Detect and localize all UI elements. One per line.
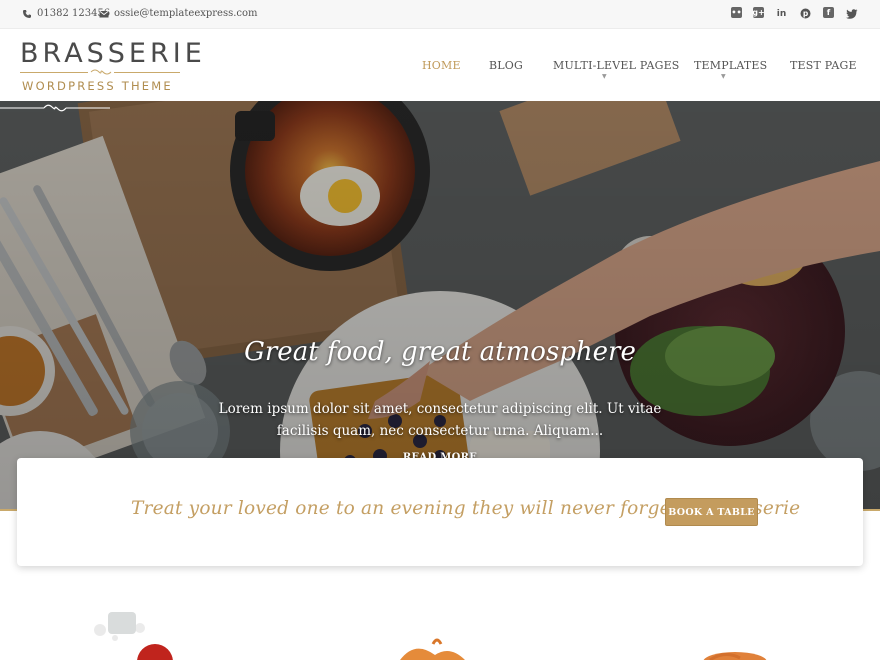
facebook-icon[interactable]: f <box>823 7 834 18</box>
hero-title: Great food, great atmosphere <box>244 337 636 367</box>
ornament-divider-icon <box>0 104 110 112</box>
nav-test-page[interactable]: TEST PAGE <box>790 59 857 72</box>
logo-title[interactable]: BRASSERIE <box>20 38 206 69</box>
linkedin-icon[interactable]: in <box>775 7 788 20</box>
cta-panel: Treat your loved one to an evening they … <box>17 458 863 566</box>
envelope-icon <box>99 10 109 17</box>
food-card-image[interactable] <box>610 600 860 660</box>
top-bar: 01382 123456 ossie@templateexpress.com •… <box>0 0 880 29</box>
chevron-down-icon: ▼ <box>721 73 726 80</box>
nav-blog[interactable]: BLOG <box>489 59 523 72</box>
email-address[interactable]: ossie@templateexpress.com <box>114 8 258 19</box>
flickr-icon[interactable]: •• <box>731 7 742 18</box>
phone-icon <box>23 9 31 18</box>
social-links: •• g+ in p f <box>731 7 858 20</box>
food-card-image[interactable] <box>315 600 565 660</box>
logo-ornament-icon <box>88 67 114 77</box>
book-table-button[interactable]: BOOK A TABLE <box>665 498 758 526</box>
twitter-icon[interactable] <box>845 7 858 20</box>
hero-banner: Great food, great atmosphere Lorem ipsum… <box>0 101 880 510</box>
food-card-image[interactable] <box>20 600 270 660</box>
hero-background-image <box>0 101 880 510</box>
phone-contact: 01382 123456 <box>22 8 110 19</box>
nav-templates[interactable]: TEMPLATES <box>694 59 767 72</box>
nav-home[interactable]: HOME <box>422 59 461 72</box>
email-contact[interactable]: ossie@templateexpress.com <box>99 8 258 19</box>
nav-multi-level-pages[interactable]: MULTI-LEVEL PAGES <box>553 59 680 72</box>
hero-description: Lorem ipsum dolor sit amet, consectetur … <box>218 401 662 439</box>
svg-text:p: p <box>803 9 809 18</box>
pinterest-icon[interactable]: p <box>799 7 812 20</box>
chevron-down-icon: ▼ <box>602 73 607 80</box>
google-plus-icon[interactable]: g+ <box>752 7 765 18</box>
logo-subtitle: WORDPRESS THEME <box>22 79 173 93</box>
